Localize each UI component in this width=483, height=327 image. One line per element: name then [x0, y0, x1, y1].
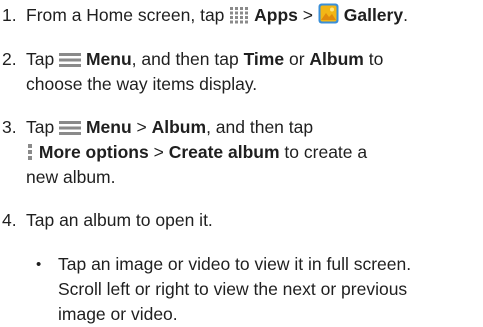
- step-line: new album.: [26, 167, 116, 187]
- menu-icon: [59, 52, 82, 68]
- text-run: to create a: [279, 142, 368, 162]
- apps-label: Apps: [254, 5, 298, 25]
- text-run: >: [148, 142, 169, 162]
- step-number: 3.: [2, 117, 17, 137]
- step-number: 2.: [2, 49, 17, 69]
- apps-grid-icon: [229, 6, 249, 24]
- more-options-label: More options: [38, 142, 149, 162]
- create-album-label: Create album: [168, 142, 280, 162]
- step-line: Tap Menu > Album, and then tap: [26, 115, 478, 140]
- gallery-icon: [318, 3, 339, 24]
- text-run: From a Home screen, tap: [26, 5, 230, 25]
- text-run: .: [403, 5, 408, 25]
- step-text: Tap Menu, and then tap Time or Album to …: [26, 47, 478, 97]
- text-run: Tap: [26, 117, 60, 137]
- bullet-line: Tap an image or video to view it in full…: [58, 254, 412, 274]
- menu-icon: [59, 120, 82, 136]
- menu-label: Menu: [85, 49, 132, 69]
- bullet-line: Scroll left or right to view the next or…: [58, 279, 408, 299]
- step-text: Tap Menu > Album, and then tap More opti…: [26, 115, 478, 190]
- album-label: Album: [309, 49, 364, 69]
- text-run: >: [131, 117, 152, 137]
- bullet-text: Tap an image or video to view it in full…: [58, 252, 480, 327]
- step-line: choose the way items display.: [26, 74, 258, 94]
- text-run: >: [297, 5, 318, 25]
- text-run: , and then tap: [131, 49, 244, 69]
- time-label: Time: [243, 49, 285, 69]
- gallery-label: Gallery: [343, 5, 404, 25]
- step-text: Tap an album to open it.: [26, 210, 213, 230]
- bullet-symbol: •: [36, 256, 42, 273]
- text-run: to: [363, 49, 384, 69]
- text-run: Tap: [26, 49, 60, 69]
- step-number: 1.: [2, 5, 17, 25]
- menu-label: Menu: [85, 117, 132, 137]
- step-line: Tap Menu, and then tap Time or Album to: [26, 47, 478, 72]
- step-text: From a Home screen, tap Apps > Gallery.: [26, 3, 478, 28]
- step-line: More options > Create album to create a: [26, 140, 478, 165]
- bullet-line: image or video.: [58, 304, 178, 324]
- text-run: or: [284, 49, 310, 69]
- album-label: Album: [151, 117, 207, 137]
- text-run: , and then tap: [206, 117, 314, 137]
- step-number: 4.: [2, 210, 17, 230]
- more-options-icon: [26, 143, 34, 161]
